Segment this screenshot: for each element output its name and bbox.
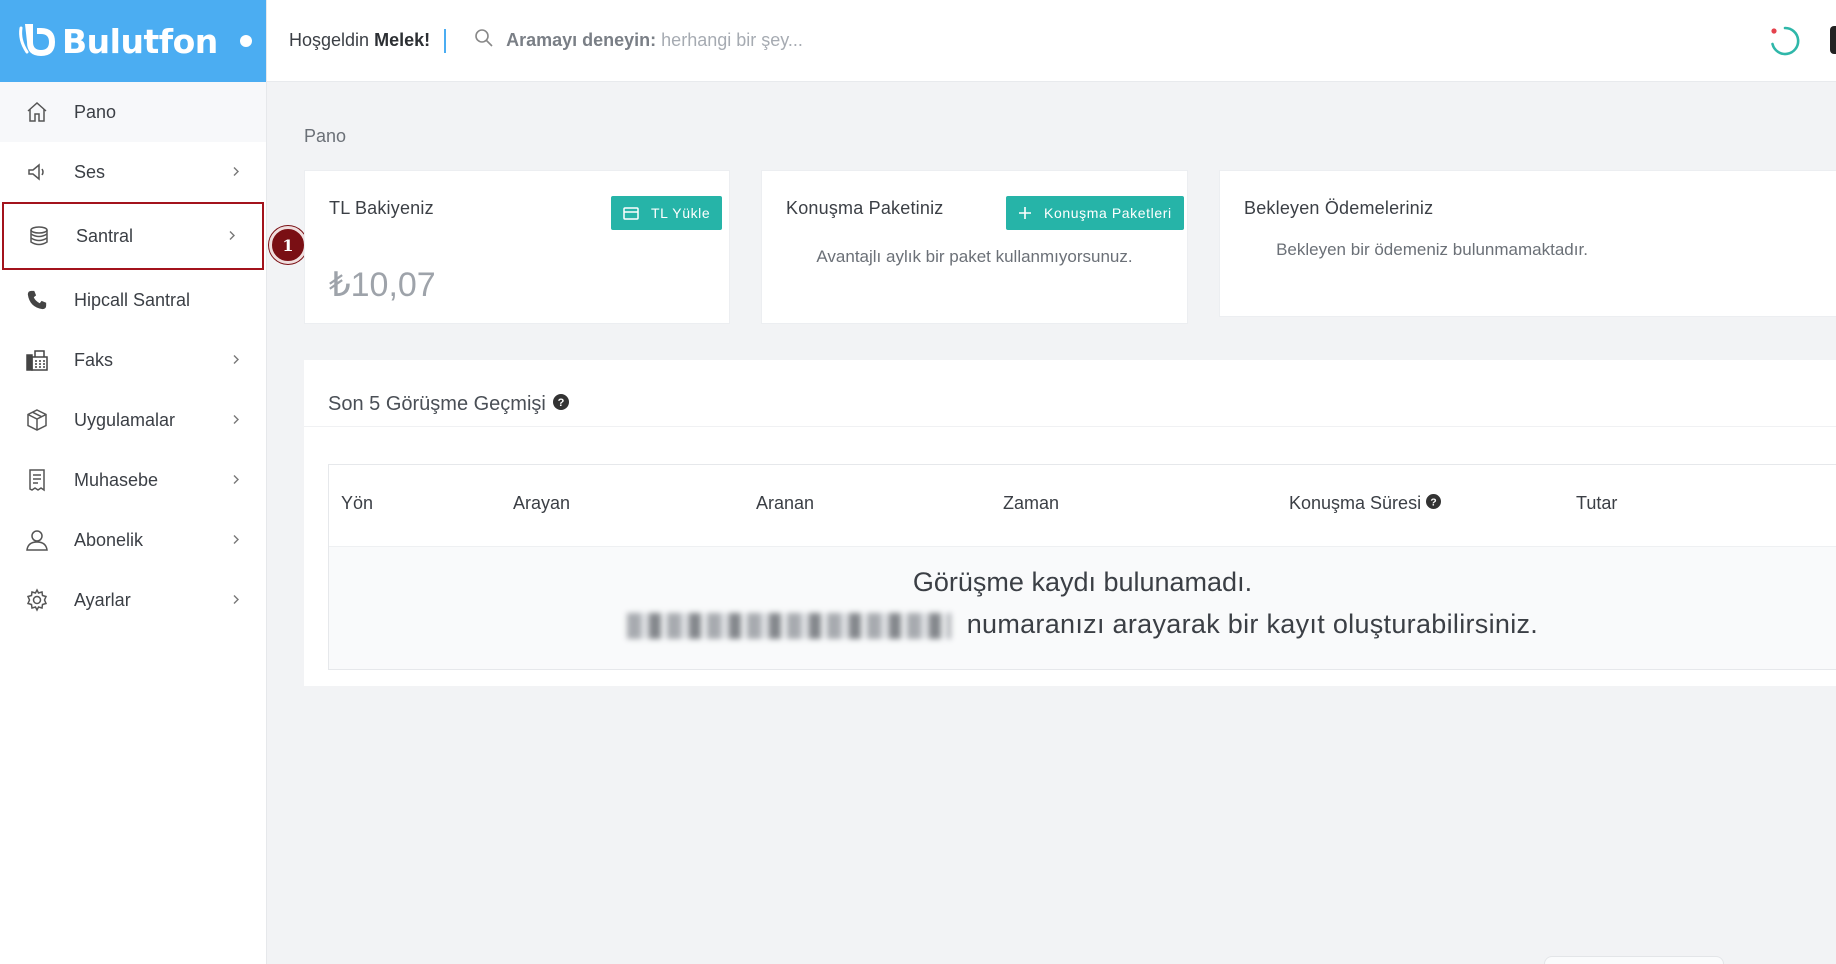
loading-spinner-icon	[1768, 24, 1802, 58]
sidebar-item-label: Abonelik	[74, 529, 144, 550]
sidebar-nav: Pano Ses Santral Hipcall Santral Faks Uy…	[0, 82, 266, 630]
sidebar-item-ses[interactable]: Ses	[0, 142, 266, 202]
column-header-zaman[interactable]: Zaman	[1003, 493, 1059, 514]
sidebar-item-abonelik[interactable]: Abonelik	[0, 510, 266, 570]
user-icon	[24, 527, 50, 553]
divider	[304, 426, 1836, 427]
brand-header[interactable]: Bulutfon	[0, 0, 266, 82]
panel-title: Son 5 Görüşme Geçmişi ?	[328, 393, 569, 416]
column-header-label: Konuşma Süresi	[1289, 493, 1422, 513]
column-header-aranan[interactable]: Aranan	[756, 493, 814, 514]
column-header-yon[interactable]: Yön	[341, 493, 373, 514]
empty-state-title: Görüşme kaydı bulunamadı.	[912, 567, 1253, 597]
card-title: Konuşma Paketiniz	[786, 198, 944, 218]
chevron-right-icon	[232, 590, 240, 611]
payments-card: Bekleyen Ödemeleriniz Bekleyen bir ödeme…	[1219, 170, 1836, 317]
search-input[interactable]: Aramayı deneyin: herhangi bir şey...	[474, 28, 803, 53]
column-header-tutar[interactable]: Tutar	[1576, 493, 1617, 514]
sidebar-item-label: Ses	[74, 161, 106, 182]
redacted-phone-number	[626, 612, 951, 639]
tl-yukle-button[interactable]: TL Yükle	[611, 196, 723, 230]
sidebar-item-label: Pano	[74, 101, 117, 122]
breadcrumb: Pano	[304, 126, 347, 146]
sidebar-item-santral[interactable]: Santral	[2, 202, 264, 270]
konusma-paketleri-button[interactable]: Konuşma Paketleri	[1006, 196, 1184, 230]
database-icon	[26, 223, 52, 249]
home-icon	[24, 99, 50, 125]
sidebar-item-label: Faks	[74, 349, 114, 370]
scroll-to-top-tab[interactable]	[1544, 956, 1724, 964]
sidebar-item-faks[interactable]: Faks	[0, 330, 266, 390]
top-bar: Hoşgeldin Melek! Aramayı deneyin: herhan…	[267, 0, 1836, 82]
plus-icon	[1018, 206, 1032, 220]
user-name: Melek!	[374, 30, 431, 50]
column-header-arayan[interactable]: Arayan	[513, 493, 570, 514]
card-title: Bekleyen Ödemeleriniz	[1244, 198, 1434, 218]
sidebar-item-pano[interactable]: Pano	[0, 82, 266, 142]
search-prompt: Aramayı deneyin:	[506, 30, 657, 50]
empty-state: Görüşme kaydı bulunamadı. numaranızı ara…	[329, 547, 1836, 669]
speaker-icon	[24, 159, 50, 185]
help-icon[interactable]: ?	[1426, 493, 1442, 514]
receipt-icon	[24, 467, 50, 493]
sidebar-item-uygulamalar[interactable]: Uygulamalar	[0, 390, 266, 450]
bulutfon-logo-icon	[16, 19, 60, 63]
chevron-right-icon	[232, 470, 240, 491]
sidebar-item-label: Uygulamalar	[74, 409, 176, 430]
empty-state-hint: numaranızı arayarak bir kayıt oluşturabi…	[329, 609, 1836, 640]
main-content: Pano TL Bakiyeniz TL Yükle ₺10,07 Konuşm…	[267, 82, 1836, 964]
package-status-text: Avantajlı aylık bir paket kullanmıyorsun…	[816, 247, 1133, 266]
phone-icon	[24, 287, 50, 313]
button-label: TL Yükle	[651, 205, 711, 221]
help-icon[interactable]: ?	[552, 393, 569, 416]
chevron-right-icon	[232, 410, 240, 431]
fax-icon	[24, 347, 50, 373]
divider	[444, 28, 447, 53]
sidebar-item-label: Santral	[76, 225, 134, 246]
search-icon	[474, 28, 494, 53]
chevron-right-icon	[232, 350, 240, 371]
card-title: TL Bakiyeniz	[329, 198, 434, 218]
balance-card: TL Bakiyeniz TL Yükle ₺10,07	[304, 170, 730, 324]
brand-name: Bulutfon	[62, 21, 218, 61]
balance-amount: ₺10,07	[329, 266, 436, 304]
table-header: Yön Arayan Aranan Zaman Konuşma Süresi ?…	[329, 465, 1836, 547]
search-placeholder: herhangi bir şey...	[661, 30, 803, 50]
gear-icon	[24, 587, 50, 613]
payments-status-text: Bekleyen bir ödemeniz bulunmamaktadır.	[1276, 240, 1588, 259]
sidebar-item-label: Hipcall Santral	[74, 289, 191, 310]
sidebar-item-muhasebe[interactable]: Muhasebe	[0, 450, 266, 510]
box-icon	[24, 407, 50, 433]
svg-text:?: ?	[557, 397, 564, 409]
user-avatar[interactable]	[1830, 26, 1836, 54]
status-dot	[239, 35, 252, 47]
sidebar-item-ayarlar[interactable]: Ayarlar	[0, 570, 266, 630]
call-history-table: Yön Arayan Aranan Zaman Konuşma Süresi ?…	[328, 464, 1836, 670]
sidebar-item-label: Muhasebe	[74, 469, 159, 490]
column-header-konusma-suresi[interactable]: Konuşma Süresi ?	[1289, 493, 1442, 514]
call-history-panel: Son 5 Görüşme Geçmişi ? Yön Arayan Arana…	[304, 360, 1836, 686]
sidebar: Bulutfon Pano Ses Santral Hipcall Santra…	[0, 0, 267, 964]
welcome-message: Hoşgeldin Melek!	[289, 30, 430, 51]
chevron-right-icon	[228, 226, 236, 247]
credit-card-icon	[623, 206, 639, 220]
sidebar-item-hipcall-santral[interactable]: Hipcall Santral	[0, 270, 266, 330]
welcome-prefix: Hoşgeldin	[289, 30, 370, 50]
svg-text:?: ?	[1430, 497, 1436, 508]
panel-title-text: Son 5 Görüşme Geçmişi	[328, 393, 546, 415]
chevron-right-icon	[232, 162, 240, 183]
empty-state-hint-text: numaranızı arayarak bir kayıt oluşturabi…	[966, 609, 1539, 639]
chevron-right-icon	[232, 530, 240, 551]
button-label: Konuşma Paketleri	[1044, 205, 1172, 221]
sidebar-item-label: Ayarlar	[74, 589, 131, 610]
package-card: Konuşma Paketiniz Konuşma Paketleri Avan…	[761, 170, 1188, 324]
